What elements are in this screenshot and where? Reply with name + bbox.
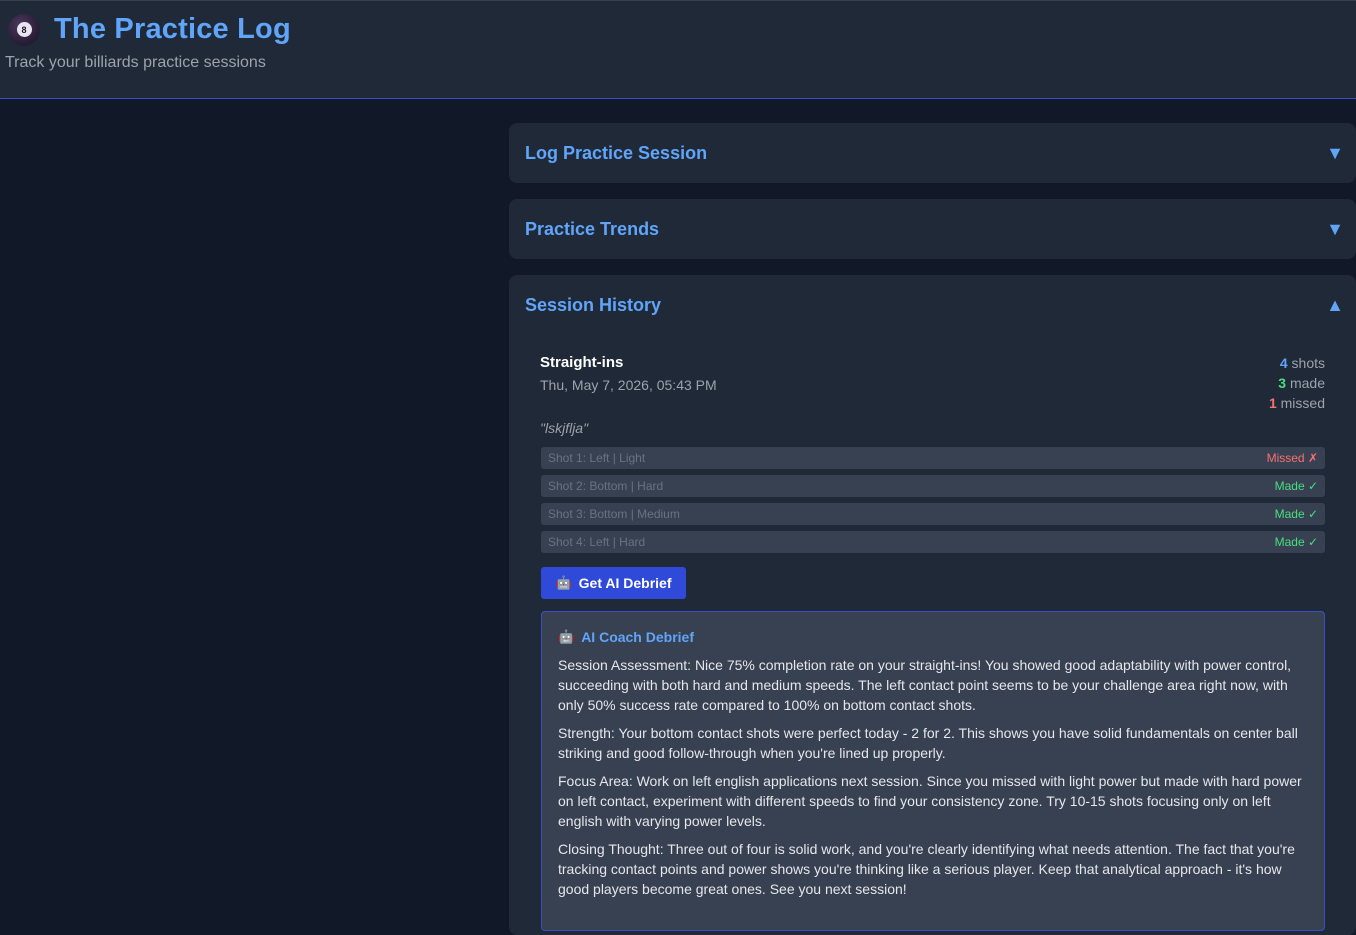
session-note: "lskjflja" [540, 420, 589, 436]
chevron-up-icon[interactable]: ▲ [1326, 295, 1344, 316]
shot-label: Shot 4: Left | Hard [548, 535, 646, 549]
practice-trends-panel: Practice Trends ▼ [509, 199, 1356, 259]
ai-coach-debrief: 🤖 AI Coach Debrief Session Assessment: N… [541, 611, 1325, 931]
session-history-title: Session History [525, 294, 662, 315]
session-history-panel: Session History ▲ Straight-ins Thu, May … [509, 275, 1356, 935]
practice-trends-title: Practice Trends [525, 218, 660, 239]
chevron-down-icon[interactable]: ▼ [1326, 219, 1344, 240]
shot-list: Shot 1: Left | Light Missed ✗ Shot 2: Bo… [541, 447, 1325, 559]
made-label: made [1289, 375, 1325, 391]
missed-count: 1 [1268, 395, 1277, 411]
stat-shots: 4 shots [1269, 353, 1325, 373]
shots-label: shots [1291, 355, 1325, 371]
robot-icon: 🤖 [555, 575, 572, 590]
shot-result: Made ✓ [1274, 535, 1318, 549]
log-session-panel: Log Practice Session ▼ [509, 123, 1356, 183]
shot-row: Shot 2: Bottom | Hard Made ✓ [541, 475, 1325, 497]
shot-row: Shot 3: Bottom | Medium Made ✓ [541, 503, 1325, 525]
shot-result: Missed ✗ [1266, 451, 1318, 465]
shot-result: Made ✓ [1274, 479, 1318, 493]
shot-label: Shot 2: Bottom | Hard [548, 479, 664, 493]
coach-title-text: AI Coach Debrief [581, 629, 694, 645]
eight-ball-icon: 8 [8, 13, 40, 46]
shot-result: Made ✓ [1274, 507, 1318, 521]
practice-trends-toggle[interactable]: Practice Trends ▼ [509, 199, 1356, 259]
logo-row: 8 The Practice Log [8, 13, 291, 46]
app-subtitle: Track your billiards practice sessions [5, 54, 266, 71]
app-title: The Practice Log [54, 13, 291, 45]
coach-paragraph: Closing Thought: Three out of four is so… [558, 841, 1295, 897]
coach-paragraph: Focus Area: Work on left english applica… [558, 773, 1302, 829]
log-session-toggle[interactable]: Log Practice Session ▼ [509, 123, 1356, 183]
coach-paragraph: Session Assessment: Nice 75% completion … [558, 657, 1292, 713]
session-header: Straight-ins Thu, May 7, 2026, 05:43 PM [540, 354, 717, 393]
session-date: Thu, May 7, 2026, 05:43 PM [540, 377, 717, 393]
eight-ball-number: 8 [16, 22, 32, 37]
shot-label: Shot 1: Left | Light [548, 451, 646, 465]
made-count: 3 [1278, 375, 1287, 391]
robot-icon: 🤖 [558, 629, 575, 644]
session-name: Straight-ins [540, 354, 624, 371]
chevron-down-icon[interactable]: ▼ [1326, 143, 1344, 164]
coach-title: 🤖 AI Coach Debrief [558, 629, 1308, 645]
coach-paragraph: Strength: Your bottom contact shots were… [558, 725, 1298, 761]
stat-made: 3 made [1269, 373, 1325, 393]
shots-count: 4 [1279, 355, 1288, 371]
session-stats: 4 shots 3 made 1 missed [1269, 353, 1325, 413]
get-ai-debrief-button[interactable]: 🤖 Get AI Debrief [541, 567, 686, 599]
session-history-toggle[interactable]: Session History ▲ [509, 275, 1356, 335]
get-ai-debrief-label: Get AI Debrief [578, 575, 672, 591]
shot-label: Shot 3: Bottom | Medium [548, 507, 680, 521]
log-session-title: Log Practice Session [525, 142, 708, 163]
shot-row: Shot 4: Left | Hard Made ✓ [541, 531, 1325, 553]
app-header: 8 The Practice Log Track your billiards … [0, 0, 1356, 99]
missed-label: missed [1280, 395, 1325, 411]
stat-missed: 1 missed [1269, 393, 1325, 413]
shot-row: Shot 1: Left | Light Missed ✗ [541, 447, 1325, 469]
